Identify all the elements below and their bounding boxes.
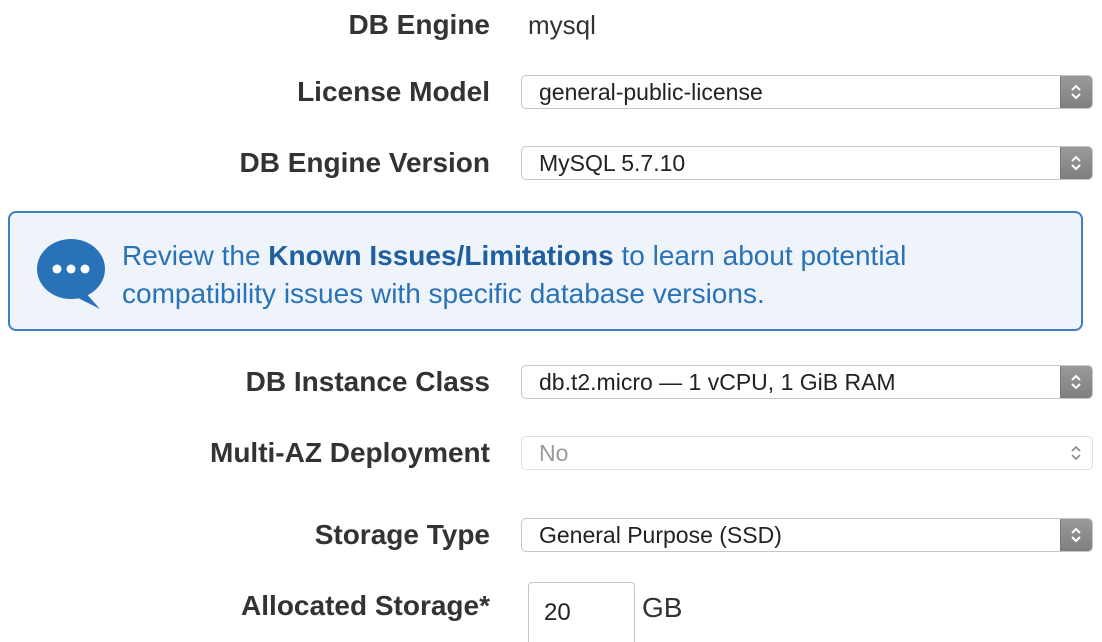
select-stepper-icon[interactable] — [1060, 76, 1092, 108]
select-stepper-icon[interactable] — [1060, 147, 1092, 179]
storage-type-label: Storage Type — [314, 519, 490, 550]
multi-az-row: Multi-AZ Deployment No — [0, 433, 1102, 473]
license-model-selected: general-public-license — [539, 79, 763, 105]
allocated-storage-row: Allocated Storage* GB — [0, 582, 1102, 642]
info-message: Review the Known Issues/Limitations to l… — [122, 237, 1062, 313]
known-issues-link[interactable]: Known Issues/Limitations — [268, 240, 613, 271]
instance-class-label: DB Instance Class — [245, 366, 490, 397]
known-issues-info-box: Review the Known Issues/Limitations to l… — [8, 211, 1083, 331]
db-engine-row: DB Engine mysql — [0, 5, 1102, 45]
license-model-select[interactable]: general-public-license — [521, 75, 1093, 109]
engine-version-label: DB Engine Version — [239, 147, 491, 178]
engine-version-row: DB Engine Version MySQL 5.7.10 — [0, 143, 1102, 183]
storage-type-selected: General Purpose (SSD) — [539, 522, 782, 548]
instance-class-select[interactable]: db.t2.micro — 1 vCPU, 1 GiB RAM — [521, 365, 1093, 399]
db-engine-value: mysql — [528, 10, 596, 40]
multi-az-label: Multi-AZ Deployment — [210, 437, 490, 468]
speech-bubble-ellipsis-icon — [37, 239, 105, 309]
select-stepper-icon — [1061, 437, 1092, 469]
multi-az-select: No — [521, 436, 1093, 470]
info-text-before: Review the — [122, 240, 269, 271]
allocated-storage-label: Allocated Storage* — [241, 590, 490, 621]
select-stepper-icon[interactable] — [1060, 366, 1092, 398]
select-stepper-icon[interactable] — [1060, 519, 1092, 551]
allocated-storage-input[interactable] — [528, 582, 635, 642]
storage-type-select[interactable]: General Purpose (SSD) — [521, 518, 1093, 552]
storage-unit-label: GB — [642, 592, 683, 623]
instance-class-row: DB Instance Class db.t2.micro — 1 vCPU, … — [0, 362, 1102, 402]
multi-az-selected: No — [539, 440, 569, 466]
db-engine-label: DB Engine — [348, 9, 490, 40]
engine-version-selected: MySQL 5.7.10 — [539, 150, 686, 176]
engine-version-select[interactable]: MySQL 5.7.10 — [521, 146, 1093, 180]
license-model-row: License Model general-public-license — [0, 72, 1102, 112]
instance-class-selected: db.t2.micro — 1 vCPU, 1 GiB RAM — [539, 369, 896, 395]
license-model-label: License Model — [297, 76, 490, 107]
storage-type-row: Storage Type General Purpose (SSD) — [0, 515, 1102, 555]
